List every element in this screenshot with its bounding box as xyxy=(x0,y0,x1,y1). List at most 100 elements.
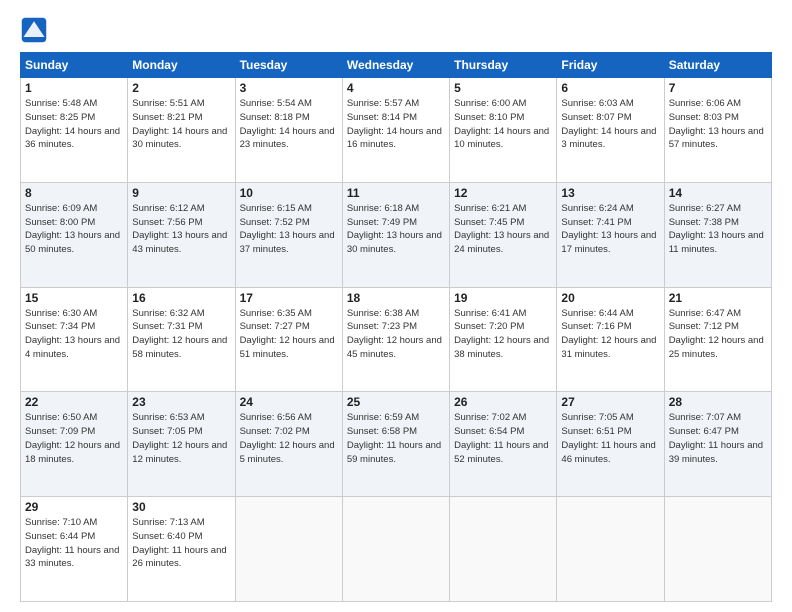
day-number: 4 xyxy=(347,81,445,95)
calendar-cell: 7 Sunrise: 6:06 AMSunset: 8:03 PMDaylight… xyxy=(664,78,771,183)
day-info: Sunrise: 7:13 AMSunset: 6:40 PMDaylight:… xyxy=(132,516,230,571)
calendar-week-2: 8 Sunrise: 6:09 AMSunset: 8:00 PMDaylight… xyxy=(21,182,772,287)
day-number: 28 xyxy=(669,395,767,409)
day-number: 12 xyxy=(454,186,552,200)
day-info: Sunrise: 6:35 AMSunset: 7:27 PMDaylight:… xyxy=(240,307,338,362)
day-info: Sunrise: 6:30 AMSunset: 7:34 PMDaylight:… xyxy=(25,307,123,362)
header-thursday: Thursday xyxy=(450,53,557,78)
day-number: 26 xyxy=(454,395,552,409)
day-info: Sunrise: 7:02 AMSunset: 6:54 PMDaylight:… xyxy=(454,411,552,466)
header-wednesday: Wednesday xyxy=(342,53,449,78)
day-info: Sunrise: 7:05 AMSunset: 6:51 PMDaylight:… xyxy=(561,411,659,466)
calendar-cell: 26 Sunrise: 7:02 AMSunset: 6:54 PMDayligh… xyxy=(450,392,557,497)
day-number: 18 xyxy=(347,291,445,305)
day-number: 13 xyxy=(561,186,659,200)
calendar-cell: 23 Sunrise: 6:53 AMSunset: 7:05 PMDayligh… xyxy=(128,392,235,497)
calendar-cell: 14 Sunrise: 6:27 AMSunset: 7:38 PMDayligh… xyxy=(664,182,771,287)
day-number: 11 xyxy=(347,186,445,200)
calendar-cell: 22 Sunrise: 6:50 AMSunset: 7:09 PMDayligh… xyxy=(21,392,128,497)
day-number: 3 xyxy=(240,81,338,95)
day-info: Sunrise: 6:06 AMSunset: 8:03 PMDaylight:… xyxy=(669,97,767,152)
day-number: 22 xyxy=(25,395,123,409)
header-monday: Monday xyxy=(128,53,235,78)
calendar-cell: 18 Sunrise: 6:38 AMSunset: 7:23 PMDayligh… xyxy=(342,287,449,392)
header-saturday: Saturday xyxy=(664,53,771,78)
calendar-cell: 30 Sunrise: 7:13 AMSunset: 6:40 PMDayligh… xyxy=(128,497,235,602)
calendar-cell: 6 Sunrise: 6:03 AMSunset: 8:07 PMDaylight… xyxy=(557,78,664,183)
day-info: Sunrise: 6:18 AMSunset: 7:49 PMDaylight:… xyxy=(347,202,445,257)
calendar-body: 1 Sunrise: 5:48 AMSunset: 8:25 PMDaylight… xyxy=(21,78,772,602)
day-number: 21 xyxy=(669,291,767,305)
calendar-header: SundayMondayTuesdayWednesdayThursdayFrid… xyxy=(21,53,772,78)
day-number: 23 xyxy=(132,395,230,409)
calendar-cell: 29Sunrise: 7:10 AMSunset: 6:44 PMDayligh… xyxy=(21,497,128,602)
day-number: 17 xyxy=(240,291,338,305)
day-info: Sunrise: 6:03 AMSunset: 8:07 PMDaylight:… xyxy=(561,97,659,152)
calendar-cell xyxy=(557,497,664,602)
day-info: Sunrise: 6:56 AMSunset: 7:02 PMDaylight:… xyxy=(240,411,338,466)
calendar-cell: 12 Sunrise: 6:21 AMSunset: 7:45 PMDayligh… xyxy=(450,182,557,287)
calendar-week-5: 29Sunrise: 7:10 AMSunset: 6:44 PMDayligh… xyxy=(21,497,772,602)
calendar-cell: 2Sunrise: 5:51 AMSunset: 8:21 PMDaylight… xyxy=(128,78,235,183)
calendar-cell: 4 Sunrise: 5:57 AMSunset: 8:14 PMDaylight… xyxy=(342,78,449,183)
day-number: 10 xyxy=(240,186,338,200)
day-number: 24 xyxy=(240,395,338,409)
calendar-cell: 25 Sunrise: 6:59 AMSunset: 6:58 PMDayligh… xyxy=(342,392,449,497)
day-number: 8 xyxy=(25,186,123,200)
calendar-cell xyxy=(450,497,557,602)
day-info: Sunrise: 5:54 AMSunset: 8:18 PMDaylight:… xyxy=(240,97,338,152)
header-sunday: Sunday xyxy=(21,53,128,78)
calendar-cell: 20 Sunrise: 6:44 AMSunset: 7:16 PMDayligh… xyxy=(557,287,664,392)
day-info: Sunrise: 5:48 AMSunset: 8:25 PMDaylight:… xyxy=(25,97,123,152)
calendar-cell: 19Sunrise: 6:41 AMSunset: 7:20 PMDayligh… xyxy=(450,287,557,392)
day-number: 5 xyxy=(454,81,552,95)
calendar-cell: 21 Sunrise: 6:47 AMSunset: 7:12 PMDayligh… xyxy=(664,287,771,392)
day-info: Sunrise: 6:27 AMSunset: 7:38 PMDaylight:… xyxy=(669,202,767,257)
calendar-week-4: 22 Sunrise: 6:50 AMSunset: 7:09 PMDayligh… xyxy=(21,392,772,497)
day-info: Sunrise: 6:09 AMSunset: 8:00 PMDaylight:… xyxy=(25,202,123,257)
calendar-cell: 24 Sunrise: 6:56 AMSunset: 7:02 PMDayligh… xyxy=(235,392,342,497)
day-info: Sunrise: 6:12 AMSunset: 7:56 PMDaylight:… xyxy=(132,202,230,257)
day-number: 27 xyxy=(561,395,659,409)
day-info: Sunrise: 6:32 AMSunset: 7:31 PMDaylight:… xyxy=(132,307,230,362)
day-info: Sunrise: 6:00 AMSunset: 8:10 PMDaylight:… xyxy=(454,97,552,152)
calendar-cell: 10 Sunrise: 6:15 AMSunset: 7:52 PMDayligh… xyxy=(235,182,342,287)
day-number: 14 xyxy=(669,186,767,200)
day-info: Sunrise: 6:21 AMSunset: 7:45 PMDaylight:… xyxy=(454,202,552,257)
calendar-cell xyxy=(235,497,342,602)
day-info: Sunrise: 6:53 AMSunset: 7:05 PMDaylight:… xyxy=(132,411,230,466)
logo-icon xyxy=(20,16,48,44)
calendar-cell: 11 Sunrise: 6:18 AMSunset: 7:49 PMDayligh… xyxy=(342,182,449,287)
calendar-cell: 8 Sunrise: 6:09 AMSunset: 8:00 PMDaylight… xyxy=(21,182,128,287)
day-info: Sunrise: 6:41 AMSunset: 7:20 PMDaylight:… xyxy=(454,307,552,362)
calendar-cell: 1 Sunrise: 5:48 AMSunset: 8:25 PMDaylight… xyxy=(21,78,128,183)
day-info: Sunrise: 6:47 AMSunset: 7:12 PMDaylight:… xyxy=(669,307,767,362)
day-info: Sunrise: 6:38 AMSunset: 7:23 PMDaylight:… xyxy=(347,307,445,362)
day-number: 30 xyxy=(132,500,230,514)
logo xyxy=(20,16,52,44)
day-number: 7 xyxy=(669,81,767,95)
day-number: 1 xyxy=(25,81,123,95)
day-number: 20 xyxy=(561,291,659,305)
day-info: Sunrise: 6:44 AMSunset: 7:16 PMDaylight:… xyxy=(561,307,659,362)
day-info: Sunrise: 6:59 AMSunset: 6:58 PMDaylight:… xyxy=(347,411,445,466)
day-number: 9 xyxy=(132,186,230,200)
calendar-cell: 28 Sunrise: 7:07 AMSunset: 6:47 PMDayligh… xyxy=(664,392,771,497)
calendar-cell: 13 Sunrise: 6:24 AMSunset: 7:41 PMDayligh… xyxy=(557,182,664,287)
day-info: Sunrise: 6:24 AMSunset: 7:41 PMDaylight:… xyxy=(561,202,659,257)
day-number: 15 xyxy=(25,291,123,305)
day-info: Sunrise: 5:57 AMSunset: 8:14 PMDaylight:… xyxy=(347,97,445,152)
day-info: Sunrise: 6:15 AMSunset: 7:52 PMDaylight:… xyxy=(240,202,338,257)
day-number: 2 xyxy=(132,81,230,95)
day-number: 25 xyxy=(347,395,445,409)
calendar-cell: 9 Sunrise: 6:12 AMSunset: 7:56 PMDaylight… xyxy=(128,182,235,287)
calendar-week-3: 15 Sunrise: 6:30 AMSunset: 7:34 PMDayligh… xyxy=(21,287,772,392)
calendar-cell: 16 Sunrise: 6:32 AMSunset: 7:31 PMDayligh… xyxy=(128,287,235,392)
header-friday: Friday xyxy=(557,53,664,78)
day-info: Sunrise: 7:07 AMSunset: 6:47 PMDaylight:… xyxy=(669,411,767,466)
day-info: Sunrise: 7:10 AMSunset: 6:44 PMDaylight:… xyxy=(25,516,123,571)
day-info: Sunrise: 6:50 AMSunset: 7:09 PMDaylight:… xyxy=(25,411,123,466)
day-number: 6 xyxy=(561,81,659,95)
calendar-cell: 5 Sunrise: 6:00 AMSunset: 8:10 PMDaylight… xyxy=(450,78,557,183)
day-number: 16 xyxy=(132,291,230,305)
